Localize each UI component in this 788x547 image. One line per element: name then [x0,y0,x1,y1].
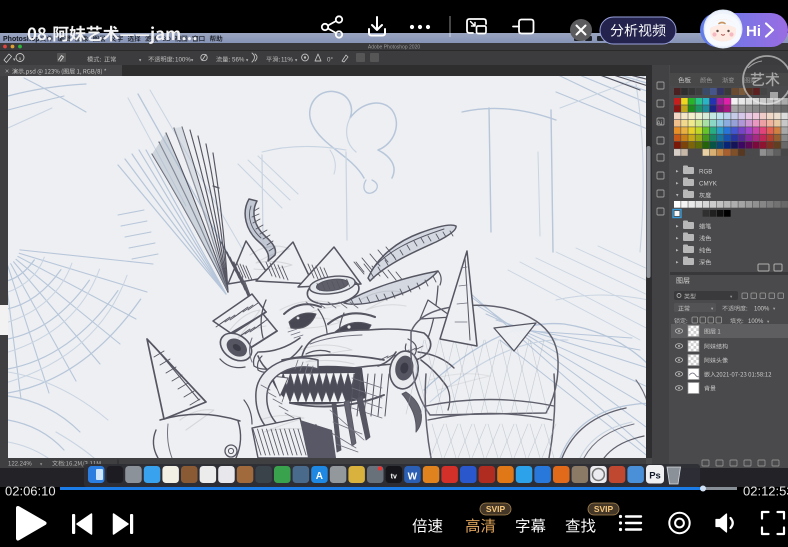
svg-text:0°: 0° [327,57,333,64]
svg-text:SVIP: SVIP [594,504,614,514]
svg-text:02:12:53: 02:12:53 [743,484,788,499]
svg-text:11%: 11% [281,57,293,64]
svg-text:122.24%: 122.24% [8,462,32,468]
svg-text:RGB: RGB [699,169,712,176]
svg-text:×: × [5,69,9,76]
svg-text:02:06:10: 02:06:10 [5,484,56,499]
svg-text:56%: 56% [232,57,245,64]
svg-text:Hi: Hi [746,23,761,40]
svg-text:Adobe Photoshop 2020: Adobe Photoshop 2020 [368,45,420,51]
svg-text:100%: 100% [754,307,770,313]
svg-text:CMYK: CMYK [699,181,718,188]
svg-text:Ps: Ps [649,471,661,482]
svg-text:SVIP: SVIP [486,504,506,514]
svg-text:Ai: Ai [657,120,663,127]
svg-text:W: W [408,472,418,483]
svg-text:tv: tv [391,474,397,481]
svg-text:100%: 100% [175,57,191,64]
svg-text:A: A [316,471,323,482]
